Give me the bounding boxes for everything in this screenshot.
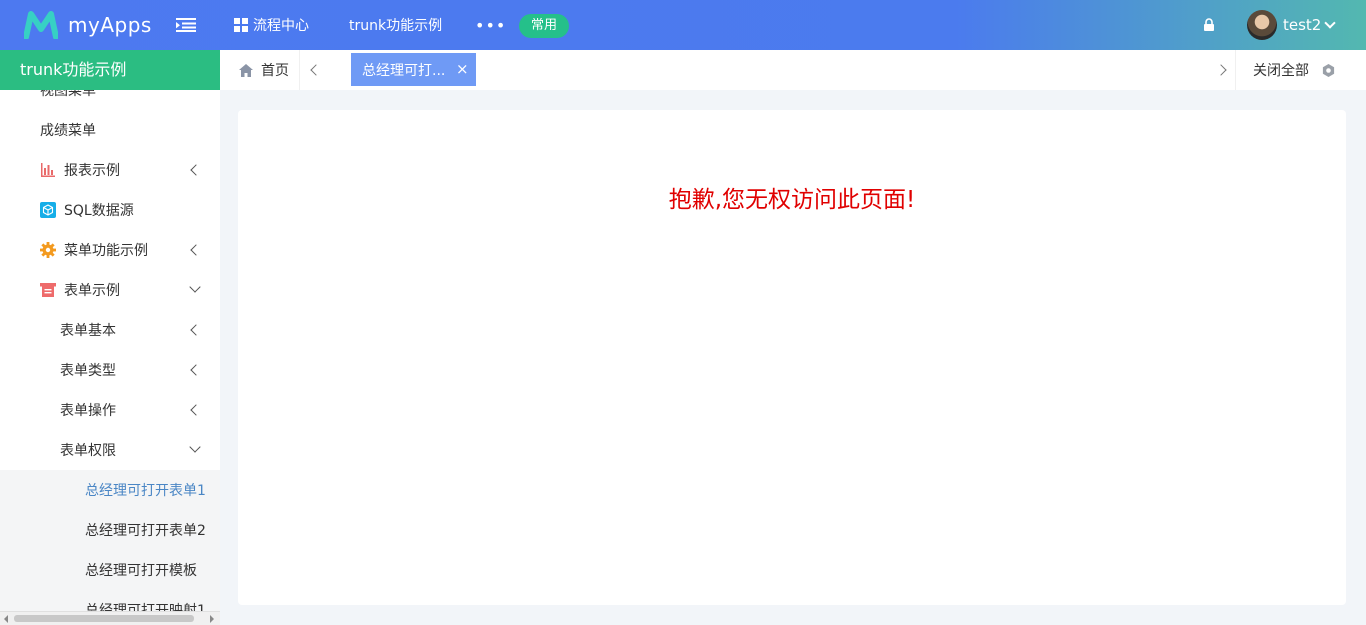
sidebar-item-form-operation[interactable]: 表单操作 — [0, 390, 220, 430]
nav-trunk-demo[interactable]: trunk功能示例 — [349, 0, 442, 50]
top-header: myApps 流程中心 trunk功能示例 ••• 常用 test2 — [0, 0, 1366, 50]
scroll-left-icon[interactable] — [4, 615, 8, 623]
chevron-left-icon — [190, 364, 202, 376]
user-menu[interactable]: test2 — [1247, 10, 1337, 40]
nav-flow-center-label: 流程中心 — [253, 18, 309, 34]
tab-home[interactable]: 首页 — [220, 50, 300, 90]
nav-more-button[interactable]: ••• — [475, 0, 506, 50]
sidebar-item-report-demo[interactable]: 报表示例 — [0, 150, 220, 190]
sidebar-item-label: 总经理可打开表单1 — [85, 483, 206, 499]
tab-home-label: 首页 — [261, 63, 289, 79]
sidebar-item-sql-datasource[interactable]: SQL数据源 — [0, 190, 220, 230]
grid-icon — [234, 18, 248, 32]
sidebar-item-grade-menu[interactable]: 成绩菜单 — [0, 110, 220, 150]
chevron-left-icon — [190, 164, 202, 176]
chevron-down-icon — [189, 281, 201, 293]
sidebar-menu: 视图菜单 成绩菜单 报表示例 SQL数据源 菜单功能示例 表单示例 表单基本 表… — [0, 70, 220, 625]
sidebar-item-label: 表单操作 — [60, 403, 116, 419]
close-all-button[interactable]: 关闭全部 — [1253, 50, 1335, 90]
form-icon — [40, 283, 56, 297]
chevron-left-icon — [190, 244, 202, 256]
sidebar-item-label: 表单类型 — [60, 363, 116, 379]
menu-toggle-icon[interactable] — [176, 17, 196, 33]
sidebar-item-manager-template[interactable]: 总经理可打开模板 — [0, 550, 220, 590]
sidebar-item-menu-function-demo[interactable]: 菜单功能示例 — [0, 230, 220, 270]
scrollbar-thumb[interactable] — [14, 615, 194, 622]
sidebar-item-label: 表单基本 — [60, 323, 116, 339]
sidebar-item-manager-form-2[interactable]: 总经理可打开表单2 — [0, 510, 220, 550]
sidebar-item-label: 表单示例 — [64, 283, 120, 299]
sidebar-horizontal-scrollbar[interactable] — [0, 611, 220, 625]
tab-label: 总经理可打... — [362, 62, 446, 79]
sidebar-item-label: 总经理可打开表单2 — [85, 523, 206, 539]
bar-chart-icon — [41, 163, 55, 177]
tab-manager-form[interactable]: 总经理可打... × — [351, 53, 476, 86]
tab-scroll-left-button[interactable] — [300, 50, 328, 90]
sidebar-item-form-type[interactable]: 表单类型 — [0, 350, 220, 390]
close-icon[interactable]: × — [456, 61, 469, 77]
user-name: test2 — [1283, 16, 1322, 34]
sidebar-item-form-permission[interactable]: 表单权限 — [0, 430, 220, 470]
home-icon — [239, 63, 253, 77]
nav-common-badge[interactable]: 常用 — [519, 14, 570, 38]
chevron-left-icon — [190, 404, 202, 416]
chevron-down-icon — [189, 441, 201, 453]
access-denied-message: 抱歉,您无权访问此页面! — [668, 187, 916, 213]
sidebar-item-label: SQL数据源 — [64, 203, 134, 219]
avatar — [1247, 10, 1277, 40]
tab-bar: 首页 总经理可打... × 关闭全部 — [220, 50, 1366, 90]
logo-m-icon — [24, 11, 58, 39]
lock-icon[interactable] — [1203, 18, 1215, 32]
sidebar: trunk功能示例 视图菜单 成绩菜单 报表示例 SQL数据源 菜单功能示例 表… — [0, 50, 220, 625]
sidebar-item-label: 成绩菜单 — [40, 123, 96, 139]
sidebar-item-form-demo[interactable]: 表单示例 — [0, 270, 220, 310]
cube-icon — [40, 202, 56, 218]
chevron-left-icon — [190, 324, 202, 336]
sidebar-item-label: 总经理可打开模板 — [85, 563, 197, 579]
sidebar-item-label: 表单权限 — [60, 443, 116, 459]
chevron-down-icon — [1324, 17, 1337, 29]
scroll-right-icon[interactable] — [210, 615, 214, 623]
main-content: 抱歉,您无权访问此页面! — [238, 110, 1346, 605]
close-all-label: 关闭全部 — [1253, 63, 1309, 79]
app-logo[interactable]: myApps — [24, 10, 152, 40]
gear-icon — [40, 242, 56, 258]
sidebar-item-label: 报表示例 — [64, 163, 120, 179]
nav-flow-center[interactable]: 流程中心 — [234, 0, 309, 50]
sidebar-title: trunk功能示例 — [0, 50, 220, 90]
sidebar-item-manager-form-1[interactable]: 总经理可打开表单1 — [0, 470, 220, 510]
app-name: myApps — [68, 13, 152, 37]
sidebar-item-form-basic[interactable]: 表单基本 — [0, 310, 220, 350]
tab-scroll-right-button[interactable] — [1210, 50, 1236, 90]
settings-icon — [1322, 63, 1335, 77]
sidebar-item-label: 菜单功能示例 — [64, 243, 148, 259]
